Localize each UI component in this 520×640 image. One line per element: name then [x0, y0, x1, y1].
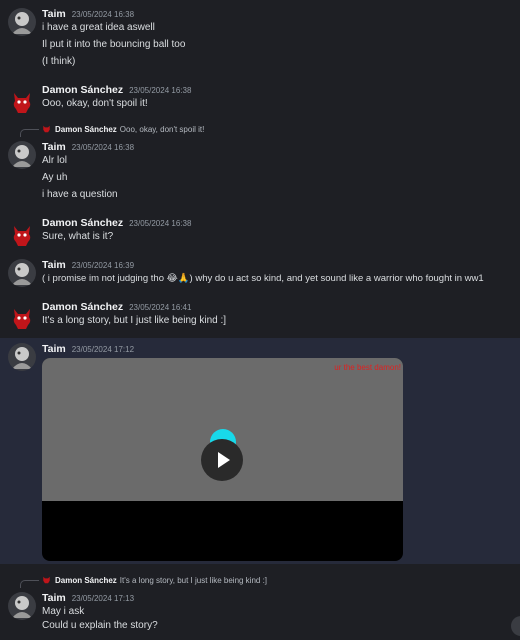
damon-avatar-icon[interactable]	[8, 303, 36, 331]
reply-author: Damon Sánchez	[55, 125, 117, 134]
taim-avatar-icon[interactable]	[8, 592, 36, 620]
play-button[interactable]	[201, 439, 243, 481]
message-text: Ay uh	[42, 172, 68, 183]
reply-spine	[20, 580, 39, 588]
timestamp: 23/05/2024 16:38	[129, 219, 192, 228]
taim-avatar-icon[interactable]	[8, 141, 36, 169]
message-text: Alr lol	[42, 155, 68, 166]
reply-author: Damon Sánchez	[55, 576, 117, 585]
author-name[interactable]: Damon Sánchez 23/05/2024 16:38	[42, 84, 191, 96]
message-text: Ooo, okay, don't spoil it!	[42, 98, 148, 109]
author-name[interactable]: Taim 23/05/2024 16:38	[42, 141, 134, 153]
timestamp: 23/05/2024 17:13	[71, 594, 135, 603]
author-name[interactable]: Taim 23/05/2024 16:38	[42, 8, 134, 20]
taim-avatar-icon[interactable]	[8, 259, 36, 287]
play-icon	[218, 452, 230, 468]
reply-text: Ooo, okay, don't spoil it!	[119, 125, 205, 134]
damon-mini-avatar-icon	[43, 125, 50, 133]
reply-spine	[20, 129, 39, 137]
message-text: (I think)	[42, 56, 76, 67]
author-name[interactable]: Damon Sánchez 23/05/2024 16:41	[42, 301, 191, 313]
reply-text: It's a long story, but I just like being…	[119, 576, 268, 585]
timestamp: 23/05/2024 16:38	[71, 10, 135, 19]
video-attachment[interactable]: ur the best damon!	[42, 358, 403, 561]
timestamp: 23/05/2024 16:41	[129, 303, 192, 312]
message-text: Sure, what is it?	[42, 231, 114, 242]
timestamp: 23/05/2024 16:38	[71, 143, 135, 152]
timestamp: 23/05/2024 17:12	[71, 345, 135, 354]
message-text: Could u explain the story?	[42, 620, 158, 631]
message-text: It's a long story, but I just like being…	[42, 315, 227, 326]
reply-preview[interactable]: Damon Sánchez It's a long story, but I ju…	[42, 576, 267, 585]
message-text: May i ask	[42, 606, 85, 617]
taim-avatar-icon[interactable]	[8, 343, 36, 371]
author-name[interactable]: Taim 23/05/2024 17:13	[42, 592, 134, 604]
message-text: Il put it into the bouncing ball too	[42, 39, 186, 50]
author-name[interactable]: Damon Sánchez 23/05/2024 16:38	[42, 217, 191, 229]
taim-avatar-icon[interactable]	[8, 8, 36, 36]
author-name[interactable]: Taim 23/05/2024 16:39	[42, 259, 134, 271]
damon-mini-avatar-icon	[43, 576, 50, 584]
timestamp: 23/05/2024 16:38	[129, 86, 192, 95]
author-name[interactable]: Taim 23/05/2024 17:12	[42, 343, 134, 355]
reply-preview[interactable]: Damon Sánchez Ooo, okay, don't spoil it!	[42, 125, 204, 134]
damon-avatar-icon[interactable]	[8, 87, 36, 115]
scroll-indicator[interactable]	[511, 616, 520, 636]
message-text: ( i promise im not judging tho 😂🙏) why d…	[42, 273, 484, 284]
video-caption: ur the best damon!	[334, 363, 401, 372]
damon-avatar-icon[interactable]	[8, 220, 36, 248]
message-text: i have a great idea aswell	[42, 22, 155, 33]
timestamp: 23/05/2024 16:39	[71, 261, 135, 270]
message-text: i have a question	[42, 189, 118, 200]
